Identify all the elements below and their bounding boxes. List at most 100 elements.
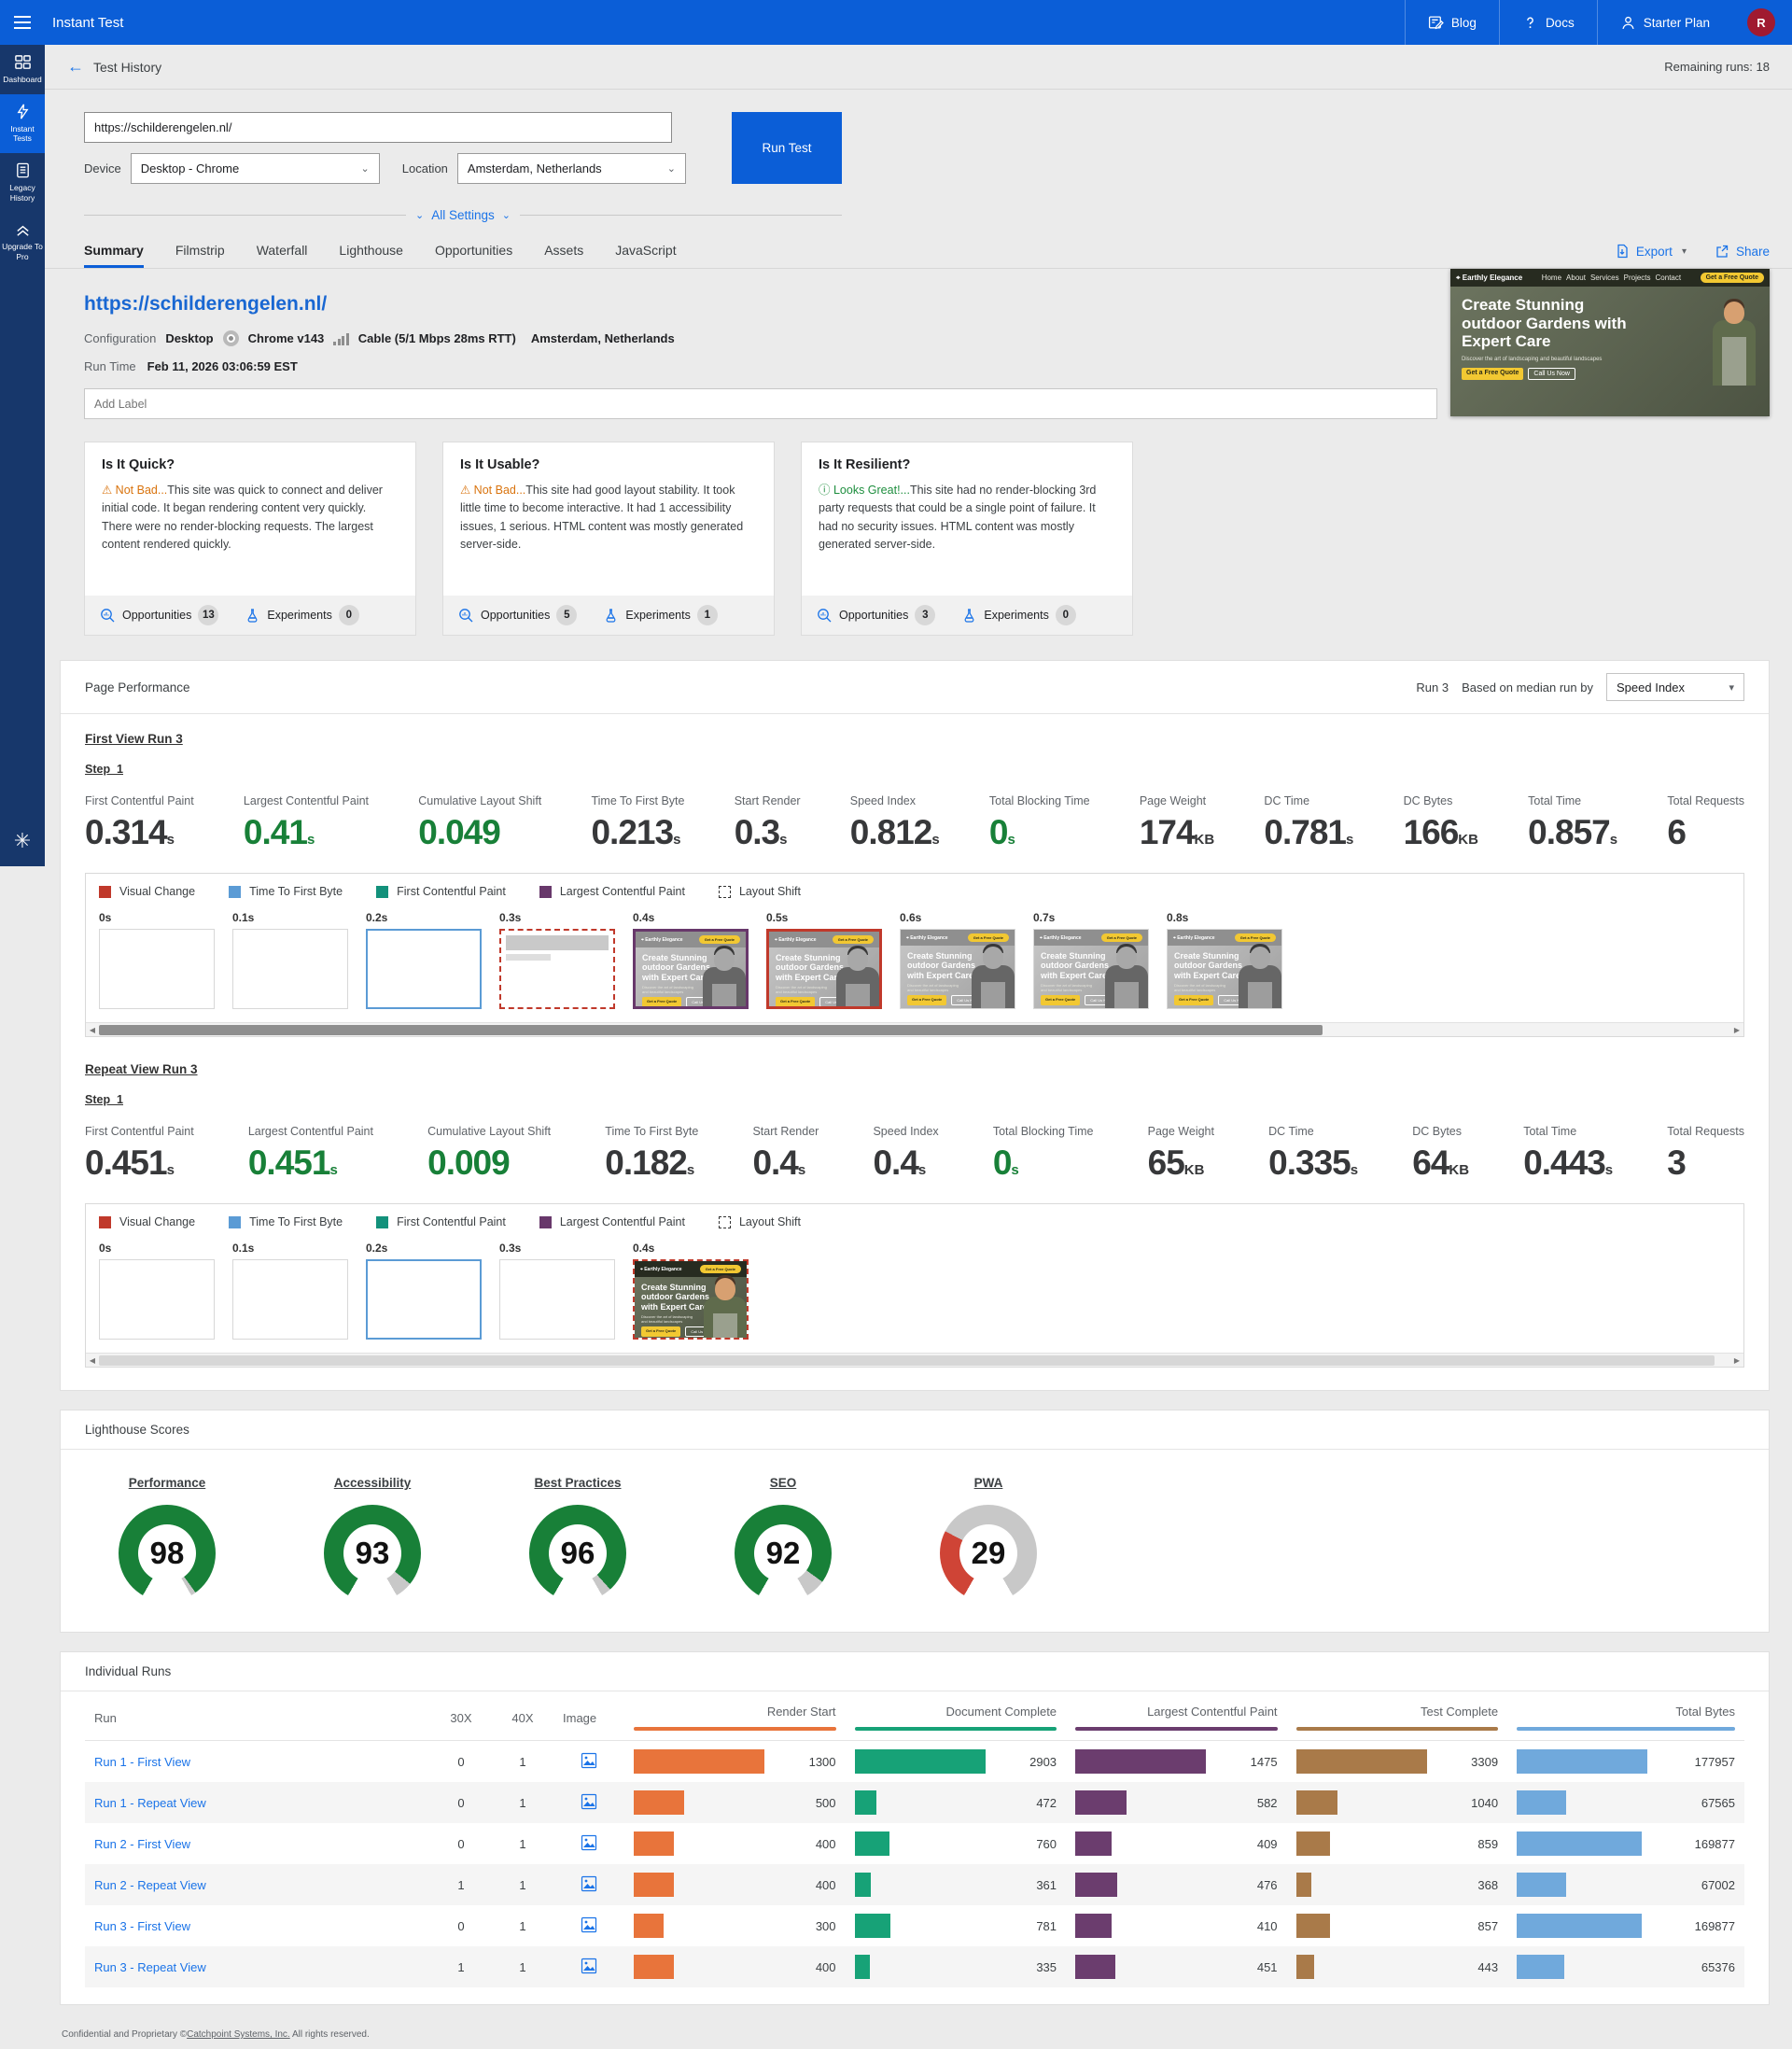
test-history-link[interactable]: Test History bbox=[93, 60, 161, 75]
scroll-right-arrow[interactable]: ▶ bbox=[1730, 1026, 1743, 1034]
run-test-button[interactable]: Run Test bbox=[732, 112, 842, 184]
hamburger-menu-icon[interactable] bbox=[0, 16, 45, 29]
gauge-label-link[interactable]: SEO bbox=[770, 1476, 797, 1490]
footer-company-link[interactable]: Catchpoint Systems, Inc. bbox=[187, 2029, 290, 2040]
view-title-link[interactable]: First View Run 3 bbox=[85, 732, 183, 746]
image-icon[interactable] bbox=[581, 1875, 597, 1892]
tab-opportunities[interactable]: Opportunities bbox=[435, 243, 512, 268]
experiments-link[interactable]: Experiments0 bbox=[245, 605, 358, 625]
tab-filmstrip[interactable]: Filmstrip bbox=[175, 243, 225, 268]
filmstrip-box: Visual ChangeTime To First ByteFirst Con… bbox=[85, 1203, 1744, 1368]
view-title-link[interactable]: Repeat View Run 3 bbox=[85, 1062, 198, 1076]
run-link[interactable]: Run 1 - Repeat View bbox=[94, 1796, 206, 1810]
horizontal-scrollbar[interactable]: ◀▶ bbox=[86, 1022, 1743, 1036]
logo-snowflake-icon[interactable]: ✳ bbox=[0, 829, 45, 853]
filmstrip-frame[interactable]: 0.3s bbox=[499, 1242, 615, 1340]
tab-assets[interactable]: Assets bbox=[544, 243, 583, 268]
image-cell bbox=[553, 1823, 624, 1864]
gauge-label-link[interactable]: PWA bbox=[974, 1476, 1003, 1490]
device-value: Desktop - Chrome bbox=[141, 161, 239, 175]
filmstrip-frame[interactable]: 0.4s⌖ Earthly EleganceGet a Free QuoteCr… bbox=[633, 911, 749, 1009]
filmstrip-frame[interactable]: 0.2s bbox=[366, 911, 482, 1009]
scroll-right-arrow[interactable]: ▶ bbox=[1730, 1356, 1743, 1365]
filmstrip-frame[interactable]: 0.5s⌖ Earthly EleganceGet a Free QuoteCr… bbox=[766, 911, 882, 1009]
image-icon[interactable] bbox=[581, 1793, 597, 1810]
horizontal-scrollbar[interactable]: ◀▶ bbox=[86, 1353, 1743, 1367]
insight-card-2: Is It Usable?⚠ Not Bad...This site had g… bbox=[442, 442, 775, 636]
median-metric-select[interactable]: Speed Index ▾ bbox=[1606, 673, 1744, 701]
metric-unit: s bbox=[918, 1162, 926, 1178]
avatar[interactable]: R bbox=[1747, 8, 1775, 36]
metric-dc-time: DC Time0.335s bbox=[1268, 1125, 1358, 1183]
docs-link[interactable]: Docs bbox=[1499, 0, 1597, 45]
all-settings-toggle[interactable]: ⌄ All Settings ⌄ bbox=[406, 208, 520, 222]
filmstrip-frame[interactable]: 0s bbox=[99, 911, 215, 1009]
experiments-link[interactable]: Experiments1 bbox=[603, 605, 717, 625]
gauge-label-link[interactable]: Performance bbox=[129, 1476, 206, 1490]
back-arrow-icon[interactable]: ← bbox=[67, 57, 84, 77]
docs-label: Docs bbox=[1546, 16, 1575, 30]
sidebar-item-instant-tests[interactable]: Instant Tests bbox=[0, 94, 45, 153]
location-select[interactable]: Amsterdam, Netherlands ⌄ bbox=[457, 153, 686, 184]
mini-site-heading: Create Stunning outdoor Gardens with Exp… bbox=[642, 953, 712, 982]
step-link[interactable]: Step_1 bbox=[85, 1093, 123, 1106]
mini-site-subtext: Discover the art of landscaping and beau… bbox=[776, 985, 829, 994]
run-link[interactable]: Run 2 - First View bbox=[94, 1837, 190, 1851]
filmstrip-frame[interactable]: 0.6s⌖ Earthly EleganceGet a Free QuoteCr… bbox=[900, 911, 1015, 1009]
filmstrip-frame[interactable]: 0s bbox=[99, 1242, 215, 1340]
image-icon[interactable] bbox=[581, 1958, 597, 1974]
filmstrip-frame[interactable]: 0.3s bbox=[499, 911, 615, 1009]
export-button[interactable]: Export ▾ bbox=[1615, 244, 1687, 259]
filmstrip-frame[interactable]: 0.1s bbox=[232, 1242, 348, 1340]
tab-lighthouse[interactable]: Lighthouse bbox=[339, 243, 403, 268]
gauge-label-link[interactable]: Accessibility bbox=[334, 1476, 412, 1490]
share-button[interactable]: Share bbox=[1715, 244, 1770, 259]
opportunities-link[interactable]: Opportunities13 bbox=[100, 605, 218, 625]
run-link[interactable]: Run 2 - Repeat View bbox=[94, 1878, 206, 1892]
run-link[interactable]: Run 3 - First View bbox=[94, 1919, 190, 1933]
tab-summary[interactable]: Summary bbox=[84, 243, 144, 268]
scroll-left-arrow[interactable]: ◀ bbox=[86, 1356, 99, 1365]
scroll-thumb[interactable] bbox=[99, 1355, 1715, 1366]
filmstrip-legend: Visual ChangeTime To First ByteFirst Con… bbox=[99, 885, 1730, 898]
opportunities-link[interactable]: Opportunities3 bbox=[817, 605, 935, 625]
url-input[interactable] bbox=[84, 112, 672, 143]
run-link[interactable]: Run 1 - First View bbox=[94, 1755, 190, 1769]
blog-link[interactable]: Blog bbox=[1405, 0, 1499, 45]
gauge-label-link[interactable]: Best Practices bbox=[534, 1476, 621, 1490]
opportunities-link[interactable]: Opportunities5 bbox=[458, 605, 577, 625]
filmstrip-frame[interactable]: 0.7s⌖ Earthly EleganceGet a Free QuoteCr… bbox=[1033, 911, 1149, 1009]
metric-number: 300 bbox=[808, 1919, 836, 1933]
run-link[interactable]: Run 3 - Repeat View bbox=[94, 1960, 206, 1974]
filmstrip-frame[interactable]: 0.2s bbox=[366, 1242, 482, 1340]
filmstrip-frame[interactable]: 0.4s⌖ Earthly EleganceGet a Free QuoteCr… bbox=[633, 1242, 749, 1340]
image-icon[interactable] bbox=[581, 1752, 597, 1769]
scroll-thumb[interactable] bbox=[99, 1025, 1323, 1035]
sidebar-item-legacy-history[interactable]: Legacy History bbox=[0, 153, 45, 212]
sidebar-item-dashboard[interactable]: Dashboard bbox=[0, 45, 45, 94]
tab-waterfall[interactable]: Waterfall bbox=[257, 243, 308, 268]
lighthouse-title: Lighthouse Scores bbox=[85, 1423, 189, 1437]
metric-bar bbox=[855, 1749, 986, 1774]
tab-javascript[interactable]: JavaScript bbox=[615, 243, 676, 268]
mini-person-photo bbox=[977, 947, 1009, 1008]
scroll-left-arrow[interactable]: ◀ bbox=[86, 1026, 99, 1034]
device-select[interactable]: Desktop - Chrome ⌄ bbox=[131, 153, 380, 184]
metric-number: 65376 bbox=[1694, 1960, 1735, 1974]
frame-time: 0s bbox=[99, 911, 215, 924]
add-label-input[interactable] bbox=[84, 388, 1437, 419]
frame-thumbnail bbox=[232, 1259, 348, 1340]
filmstrip-frame[interactable]: 0.8s⌖ Earthly EleganceGet a Free QuoteCr… bbox=[1167, 911, 1282, 1009]
filmstrip-frame[interactable]: 0.1s bbox=[232, 911, 348, 1009]
metric-bar bbox=[855, 1955, 870, 1979]
step-link[interactable]: Step_1 bbox=[85, 763, 123, 776]
plan-link[interactable]: Starter Plan bbox=[1597, 0, 1732, 45]
image-icon[interactable] bbox=[581, 1834, 597, 1851]
image-icon[interactable] bbox=[581, 1916, 597, 1933]
page-screenshot-thumbnail[interactable]: ⌖ Earthly EleganceHomeAboutServicesProje… bbox=[1450, 269, 1770, 416]
experiments-link[interactable]: Experiments0 bbox=[961, 605, 1075, 625]
col-document-complete: Document Complete bbox=[846, 1691, 1067, 1741]
plan-label: Starter Plan bbox=[1644, 16, 1710, 30]
sidebar-item-upgrade-to-pro[interactable]: Upgrade To Pro bbox=[0, 212, 45, 271]
legend-label: Largest Contentful Paint bbox=[560, 885, 685, 898]
